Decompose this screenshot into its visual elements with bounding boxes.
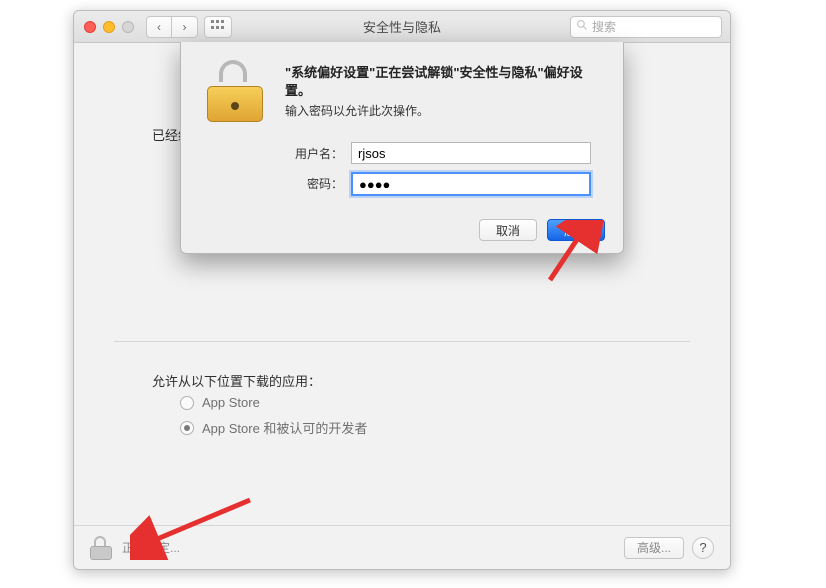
username-row: 用户名：: [181, 142, 603, 164]
window-controls: [84, 21, 134, 33]
nav-buttons: ‹ ›: [146, 16, 198, 38]
divider: [114, 341, 690, 342]
allow-downloads-label: 允许从以下位置下载的应用：: [152, 371, 321, 390]
back-button[interactable]: ‹: [146, 16, 172, 38]
titlebar: ‹ › 安全性与隐私: [74, 11, 730, 43]
grid-icon: [211, 20, 225, 33]
radio-icon: [180, 396, 194, 410]
show-all-button[interactable]: [204, 16, 232, 38]
close-icon[interactable]: [84, 21, 96, 33]
radio-app-store[interactable]: App Store: [180, 395, 367, 410]
password-input[interactable]: [351, 172, 591, 196]
advanced-button[interactable]: 高级...: [624, 537, 684, 559]
lock-large-icon: [207, 60, 265, 122]
username-input[interactable]: [351, 142, 591, 164]
radio-app-store-developers[interactable]: App Store 和被认可的开发者: [180, 418, 367, 437]
radio-icon: [180, 421, 194, 435]
username-label: 用户名：: [181, 145, 351, 162]
password-field[interactable]: [351, 172, 591, 194]
password-row: 密码：: [181, 172, 603, 194]
unlock-button[interactable]: 解锁: [547, 219, 605, 241]
chevron-left-icon: ‹: [157, 20, 161, 34]
dialog-buttons: 取消 解锁: [479, 219, 605, 241]
forward-button[interactable]: ›: [172, 16, 198, 38]
cancel-button[interactable]: 取消: [479, 219, 537, 241]
chevron-right-icon: ›: [183, 20, 187, 34]
lock-icon[interactable]: [90, 536, 112, 560]
dialog-subtitle: 输入密码以允许此次操作。: [285, 102, 603, 119]
help-button[interactable]: ?: [692, 537, 714, 559]
auth-dialog: "系统偏好设置"正在尝试解锁"安全性与隐私"偏好设置。 输入密码以允许此次操作。…: [180, 42, 624, 254]
lock-status-text: 正在鉴定...: [122, 539, 624, 556]
search-field[interactable]: [570, 16, 722, 38]
dialog-title: "系统偏好设置"正在尝试解锁"安全性与隐私"偏好设置。: [285, 64, 603, 99]
radio-label: App Store: [202, 395, 260, 410]
username-field[interactable]: [351, 142, 591, 164]
unlock-label: 解锁: [564, 222, 588, 239]
radio-label: App Store 和被认可的开发者: [202, 418, 367, 437]
help-icon: ?: [699, 540, 706, 555]
password-label: 密码：: [181, 175, 351, 192]
download-source-radios: App Store App Store 和被认可的开发者: [180, 395, 367, 445]
search-icon: [576, 18, 592, 36]
minimize-icon[interactable]: [103, 21, 115, 33]
footer: 正在鉴定... 高级... ?: [74, 525, 730, 569]
search-input[interactable]: [592, 20, 716, 34]
maximize-icon: [122, 21, 134, 33]
cancel-label: 取消: [496, 222, 520, 239]
